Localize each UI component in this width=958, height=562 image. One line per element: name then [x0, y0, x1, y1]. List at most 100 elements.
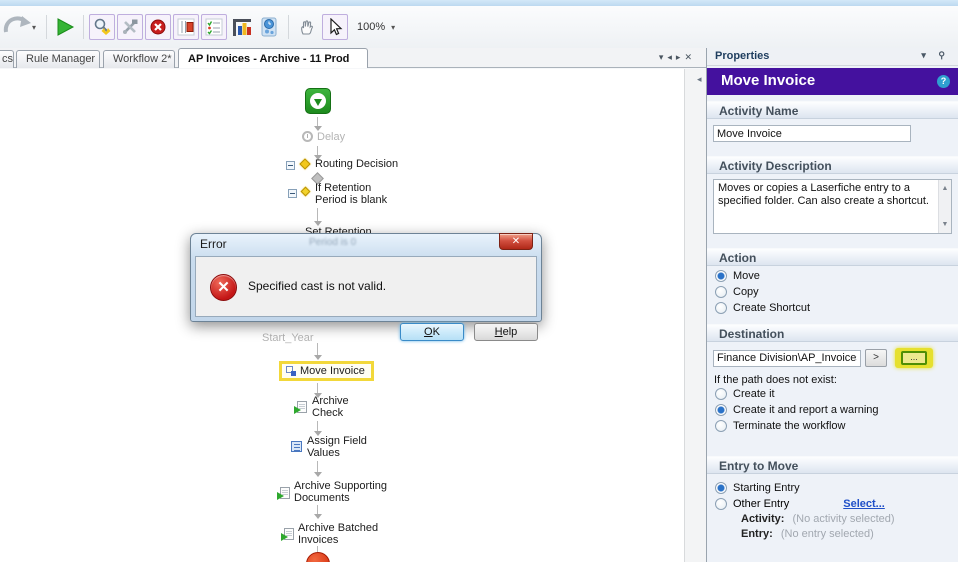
tools-icon — [123, 19, 138, 34]
workflow-canvas[interactable]: Delay Routing Decision If Retention Peri… — [0, 69, 684, 562]
start-arrow-icon — [310, 93, 326, 109]
tab-ap-invoices-archive[interactable]: AP Invoices - Archive - 11 Prod — [178, 48, 368, 68]
collapse-icon[interactable] — [286, 161, 295, 170]
activity-description-text: Moves or copies a Laserfiche entry to a … — [718, 182, 929, 207]
radio-icon[interactable] — [715, 388, 727, 400]
browse-button[interactable]: ... — [901, 351, 927, 365]
start-node[interactable] — [305, 88, 331, 114]
toolbox-icon — [177, 18, 195, 36]
tab-workflow-2[interactable]: Workflow 2* — [103, 50, 175, 68]
entry-selected-row: Entry: (No entry selected) — [741, 528, 874, 540]
help-button[interactable]: Help — [474, 323, 538, 341]
radio-icon[interactable] — [715, 482, 727, 494]
tab-scroll-controls[interactable]: ▾◂▸✕ — [659, 52, 696, 63]
node-archive-supporting[interactable]: Archive Supporting Documents — [294, 480, 387, 504]
radio-icon[interactable] — [715, 302, 727, 314]
radio-copy[interactable]: Copy — [715, 286, 958, 298]
end-node[interactable] — [306, 552, 330, 562]
radio-terminate-workflow[interactable]: Terminate the workflow — [715, 420, 958, 432]
pan-button[interactable] — [294, 14, 320, 40]
canvas-gutter — [684, 69, 706, 562]
radio-create-report-warning[interactable]: Create it and report a warning — [715, 404, 958, 416]
connector — [313, 461, 322, 477]
find-activities-button[interactable] — [89, 14, 116, 40]
activity-description-box[interactable]: Moves or copies a Laserfiche entry to a … — [713, 179, 952, 234]
radio-icon[interactable] — [715, 270, 727, 282]
properties-panel: Properties ▾ ⚲ Move Invoice ? Activity N… — [706, 48, 958, 562]
node-archive-check[interactable]: Archive Check — [312, 395, 349, 419]
node-routing-decision[interactable]: Routing Decision — [315, 158, 398, 170]
cursor-arrow-icon — [330, 18, 343, 36]
error-dialog[interactable]: Error Period is 0 ✕ ✕ Specified cast is … — [190, 233, 542, 341]
toolbar-separator — [46, 15, 48, 39]
zoom-dropdown-icon[interactable]: ▾ — [391, 23, 395, 32]
properties-panel-title: Properties — [715, 50, 770, 62]
dialog-body: ✕ Specified cast is not valid. OK Help — [195, 256, 538, 341]
radio-move[interactable]: Move — [715, 270, 958, 282]
archive-doc-icon — [277, 487, 290, 500]
scroll-up-icon[interactable]: ▲ — [939, 182, 951, 195]
decision-star-icon — [299, 158, 311, 170]
node-move-invoice-label: Move Invoice — [300, 365, 365, 377]
select-link[interactable]: Select... — [843, 498, 885, 510]
node-if-retention[interactable]: If Retention Period is blank — [315, 182, 387, 206]
section-activity-description: Activity Description — [707, 156, 958, 174]
scroll-down-icon[interactable]: ▼ — [939, 218, 951, 231]
scrollbar[interactable]: ▲ ▼ — [938, 180, 951, 233]
collapse-icon[interactable] — [288, 189, 297, 198]
tab-close-icon[interactable]: ✕ — [684, 52, 696, 62]
radio-icon[interactable] — [715, 420, 727, 432]
connector — [313, 117, 322, 131]
search-star-icon — [94, 18, 111, 35]
panel-collapse-icon[interactable]: ◂ — [697, 74, 702, 85]
radio-icon[interactable] — [715, 404, 727, 416]
toolbox-button[interactable] — [173, 14, 200, 40]
activity-title: Move Invoice — [721, 72, 816, 89]
checklist-button[interactable] — [201, 14, 228, 40]
node-delay[interactable]: Delay — [317, 131, 345, 143]
schedule-button[interactable] — [257, 14, 283, 40]
bar-chart-icon — [233, 18, 252, 36]
redo-dropdown-icon[interactable]: ▾ — [32, 23, 36, 32]
destination-path-input[interactable] — [713, 349, 861, 367]
ghost-node-behind-glass: Period is 0 — [309, 237, 357, 248]
close-icon[interactable]: ✕ — [499, 233, 533, 250]
node-move-invoice-highlighted[interactable]: Move Invoice — [279, 361, 374, 381]
branch-label-start-year: Start_Year — [262, 332, 314, 344]
tools-button[interactable] — [117, 14, 144, 40]
zoom-level: 100% — [357, 21, 386, 33]
help-icon[interactable]: ? — [937, 75, 950, 88]
redo-icon[interactable] — [2, 12, 32, 42]
dialog-titlebar[interactable]: Error Period is 0 ✕ — [191, 233, 541, 254]
dialog-message: Specified cast is not valid. — [248, 279, 387, 293]
radio-create-shortcut[interactable]: Create Shortcut — [715, 302, 958, 314]
connector — [313, 421, 322, 436]
tab-rule-manager[interactable]: Rule Manager — [16, 50, 100, 68]
radio-icon[interactable] — [715, 498, 727, 510]
activity-name-input[interactable] — [713, 125, 911, 142]
radio-icon[interactable] — [715, 286, 727, 298]
connector — [313, 208, 322, 226]
tab-prev-icon[interactable]: ◂ — [667, 52, 676, 62]
archive-doc-icon — [281, 528, 294, 541]
hand-icon — [301, 20, 313, 35]
node-archive-batched[interactable]: Archive Batched Invoices — [298, 522, 378, 546]
tab-partial[interactable]: cs — [0, 50, 14, 68]
properties-panel-titlebar[interactable]: Properties ▾ ⚲ — [707, 48, 958, 66]
panel-menu-pin-icons[interactable]: ▾ ⚲ — [921, 50, 950, 61]
connector — [313, 505, 322, 519]
select-pointer-button[interactable] — [322, 14, 349, 40]
node-assign-field-values[interactable]: Assign Field Values — [307, 435, 367, 459]
ok-button[interactable]: OK — [400, 323, 464, 341]
radio-create-it[interactable]: Create it — [715, 388, 958, 400]
token-button[interactable]: > — [865, 349, 887, 367]
radio-other-entry[interactable]: Other Entry Select... — [715, 498, 958, 510]
activity-selected-row: Activity: (No activity selected) — [741, 513, 895, 525]
reports-button[interactable] — [229, 14, 255, 40]
radio-starting-entry[interactable]: Starting Entry — [715, 482, 958, 494]
delay-clock-icon — [302, 131, 313, 142]
activity-title-bar: Move Invoice ? — [707, 68, 958, 95]
toolbar-separator — [83, 15, 85, 39]
run-button[interactable] — [52, 14, 78, 40]
errors-button[interactable] — [145, 14, 172, 40]
